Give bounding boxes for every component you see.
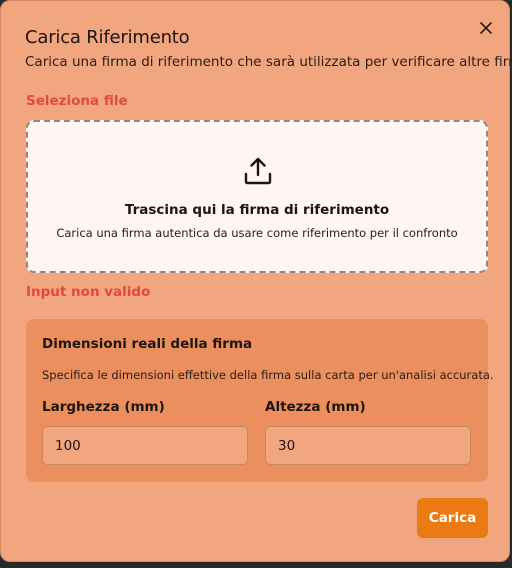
width-label: Larghezza (mm) [42,399,165,415]
upload-icon [244,157,272,185]
dropzone-title: Trascina qui la firma di riferimento [124,202,390,218]
upload-reference-dialog: Carica Riferimento Carica una firma di r… [0,0,512,562]
dimensions-description: Specifica le dimensioni effettive della … [42,368,494,382]
height-input[interactable] [265,426,471,465]
file-dropzone[interactable]: Trascina qui la firma di riferimento Car… [26,120,488,273]
dropzone-description: Carica una firma autentica da usare come… [56,226,458,240]
height-label: Altezza (mm) [265,399,366,415]
upload-button[interactable]: Carica [417,498,488,538]
dimensions-title: Dimensioni reali della firma [42,336,253,352]
validation-error: Input non valido [26,284,151,300]
file-field-label: Seleziona file [26,93,128,109]
dialog-subtitle: Carica una firma di riferimento che sarà… [25,54,512,70]
close-button[interactable] [475,17,497,39]
close-icon [480,22,492,34]
dialog-title: Carica Riferimento [25,27,190,48]
width-input[interactable] [42,426,248,465]
dimensions-section: Dimensioni reali della firma Specifica l… [26,319,494,482]
